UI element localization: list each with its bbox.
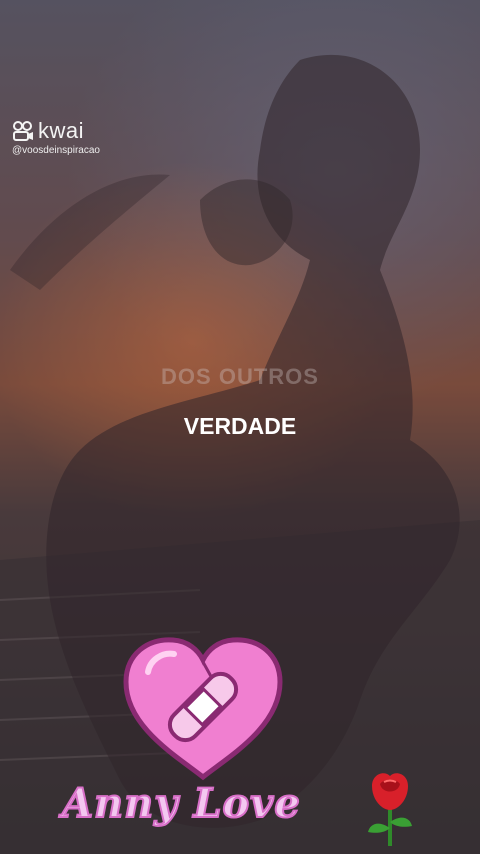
kwai-logo-icon: [13, 121, 33, 141]
creator-handle: @voosdeinspiracao: [12, 145, 100, 156]
caption-main-text: VERDADE: [183, 413, 297, 439]
kwai-watermark: kwai: [12, 118, 84, 144]
caption-fading-text: DOS OUTROS: [161, 364, 319, 389]
bandaged-heart-icon: [123, 637, 283, 781]
anny-love-signature: Anny Love: [61, 779, 301, 828]
kwai-brand-text: kwai: [38, 118, 85, 143]
rose-icon: [368, 773, 412, 846]
